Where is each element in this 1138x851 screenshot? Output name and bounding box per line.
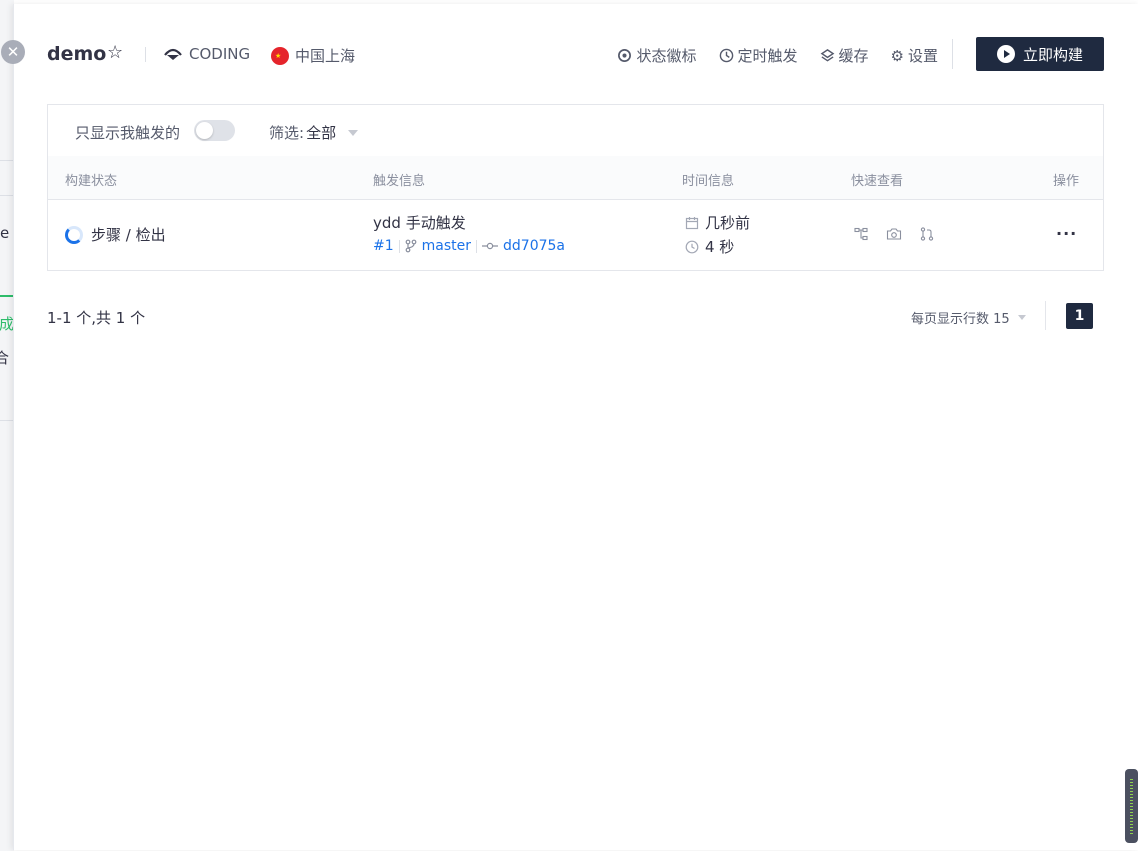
- trigger-description: ydd 手动触发: [373, 214, 466, 232]
- region-name: 中国上海: [295, 47, 356, 65]
- duration: 4 秒: [705, 238, 735, 256]
- background-page: [0, 0, 14, 851]
- calendar-icon: [685, 216, 699, 229]
- region-info: ★ 中国上海: [271, 45, 355, 66]
- clock-icon: [719, 48, 733, 63]
- trigger-details: #1 master dd7075a: [373, 238, 565, 254]
- filter-label: 筛选:: [269, 124, 305, 142]
- status-badge-label: 状态徽标: [636, 47, 697, 65]
- ellipsis-icon: ···: [1056, 224, 1078, 243]
- divider: [476, 239, 478, 253]
- cache-button[interactable]: 缓存: [820, 45, 869, 66]
- header-actions: 状态徽标 定时触发 缓存 ⚙ 设置: [617, 45, 938, 66]
- drawer-header: demo ☆ CODING ★ 中国上海 状态徽标 定时触发 缓存 ⚙ 设置 立…: [47, 36, 1104, 72]
- commit-link[interactable]: dd7075a: [503, 238, 565, 254]
- scheduled-trigger-label: 定时触发: [737, 47, 798, 65]
- close-icon: ✕: [6, 43, 20, 61]
- column-header: 操作: [1053, 174, 1080, 189]
- only-mine-toggle[interactable]: [194, 120, 235, 141]
- background-text: 合: [0, 349, 10, 367]
- background-divider: [0, 195, 14, 196]
- loading-spinner-icon: [65, 225, 83, 244]
- pipeline-graph-icon[interactable]: [854, 227, 868, 241]
- branch-icon: [405, 239, 417, 253]
- column-header: 触发信息: [373, 174, 426, 189]
- coding-logo-icon: [164, 48, 182, 60]
- divider: [145, 47, 146, 62]
- background-text: 成: [0, 315, 15, 333]
- pull-request-icon[interactable]: [920, 227, 934, 241]
- layers-icon: [820, 49, 834, 62]
- play-icon: [996, 45, 1015, 63]
- quick-view: [854, 227, 934, 241]
- side-drag-handle[interactable]: [1125, 769, 1138, 843]
- provider-name: CODING: [189, 45, 251, 63]
- background-divider: [0, 420, 14, 421]
- settings-label: 设置: [907, 47, 938, 65]
- pagination-summary: 1-1 个,共 1 个: [47, 309, 146, 327]
- time-ago: 几秒前: [705, 214, 751, 232]
- filter-select[interactable]: 筛选: 全部: [269, 122, 359, 143]
- scheduled-trigger-button[interactable]: 定时触发: [719, 45, 798, 66]
- build-status-text: 步骤 / 检出: [91, 226, 166, 244]
- caret-down-icon: [1017, 315, 1026, 320]
- clock-icon: [685, 240, 699, 253]
- column-header: 快速查看: [851, 174, 904, 189]
- time-duration: 4 秒: [685, 236, 734, 257]
- divider: [952, 39, 953, 69]
- column-header: 构建状态: [65, 174, 118, 189]
- badge-icon: [618, 49, 632, 62]
- background-progress-line: [0, 295, 14, 297]
- grip-icon: [1130, 779, 1133, 834]
- job-title: demo: [47, 43, 107, 65]
- build-now-label: 立即构建: [1022, 45, 1083, 64]
- branch-link[interactable]: master: [422, 238, 471, 254]
- status-badge-button[interactable]: 状态徽标: [617, 45, 697, 66]
- only-mine-label: 只显示我触发的: [75, 124, 181, 142]
- background-divider: [0, 160, 14, 161]
- filter-value: 全部: [306, 124, 337, 142]
- star-icon[interactable]: ☆: [107, 42, 123, 63]
- commit-icon: [482, 242, 499, 250]
- close-drawer-button[interactable]: ✕: [1, 40, 25, 64]
- toggle-knob: [196, 122, 213, 139]
- divider: [1045, 301, 1046, 330]
- page-size-select[interactable]: 每页显示行数 15: [911, 308, 1026, 327]
- page-button-current[interactable]: 1: [1066, 303, 1093, 329]
- background-text: e: [0, 224, 10, 242]
- more-actions-button[interactable]: ···: [1056, 224, 1077, 243]
- cache-label: 缓存: [838, 47, 869, 65]
- page-size-label: 每页显示行数 15: [911, 312, 1010, 327]
- table-row[interactable]: 步骤 / 检出 ydd 手动触发 #1 master dd7075a 几秒前 4…: [48, 200, 1103, 270]
- settings-button[interactable]: ⚙ 设置: [891, 45, 938, 66]
- time-started: 几秒前: [685, 212, 750, 233]
- build-now-button[interactable]: 立即构建: [976, 37, 1104, 71]
- build-number-link[interactable]: #1: [373, 238, 394, 254]
- filter-bar: 只显示我触发的 筛选: 全部: [48, 105, 1103, 157]
- build-list: 只显示我触发的 筛选: 全部 构建状态 触发信息 时间信息 快速查看 操作 步骤…: [47, 104, 1104, 271]
- build-status: 步骤 / 检出: [65, 224, 166, 245]
- provider-info: CODING: [163, 45, 250, 63]
- column-header: 时间信息: [682, 174, 735, 189]
- gear-icon: ⚙: [890, 46, 904, 65]
- svg-text:★: ★: [275, 52, 281, 60]
- caret-down-icon: [348, 129, 359, 136]
- camera-icon[interactable]: [886, 227, 902, 241]
- divider: [398, 239, 400, 253]
- table-header: 构建状态 触发信息 时间信息 快速查看 操作: [48, 156, 1103, 200]
- china-flag-icon: ★: [271, 46, 289, 65]
